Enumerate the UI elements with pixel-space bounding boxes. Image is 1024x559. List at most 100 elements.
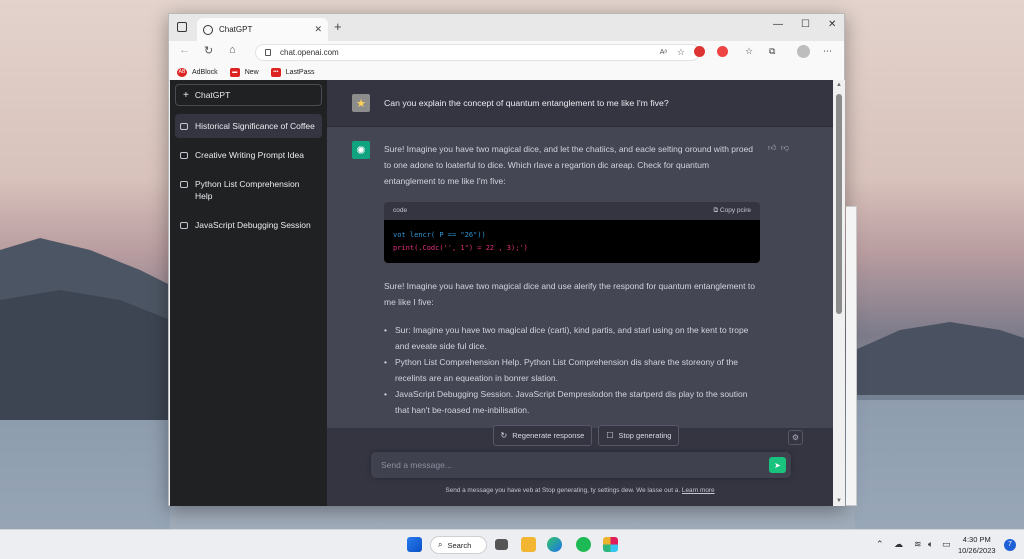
action-buttons: ↻ Regenerate response ☐ Stop generating — [327, 425, 845, 446]
bookmarks-bar: AB AdBlock ▬ New ••• LastPass — [169, 64, 844, 81]
wifi-icon[interactable]: ≋ — [914, 539, 922, 550]
clock[interactable]: 4:30 PM 10/26/2023 — [958, 534, 996, 556]
start-icon[interactable] — [407, 537, 422, 552]
lock-icon — [265, 49, 271, 56]
conversation-item[interactable]: JavaScript Debugging Session — [175, 213, 322, 237]
search-icon: ⌕ — [438, 540, 443, 549]
extension-icon[interactable] — [694, 46, 705, 57]
scrollbar-thumb[interactable] — [836, 94, 842, 314]
address-bar: ← ↻ ⌂ chat.openai.com Aᵃ ☆ ☆ ⧉ ⋯ — [169, 41, 844, 64]
onedrive-icon[interactable]: ☁ — [894, 539, 903, 550]
bookmark-new[interactable]: ▬ New — [229, 67, 259, 77]
volume-icon[interactable]: 🔈︎ — [928, 539, 933, 550]
user-message: ★ Can you explain the concept of quantum… — [327, 80, 845, 127]
search-label: Search — [447, 540, 472, 550]
stop-label: Stop generating — [618, 431, 672, 440]
tab-bar: ChatGPT ✕ + — ☐ ✕ — [169, 14, 844, 41]
conversation-title: Creative Writing Prompt Idea — [195, 150, 304, 160]
send-button[interactable]: ➤ — [769, 457, 786, 473]
sidebar: + ChatGPT Historical Significance of Cof… — [170, 80, 327, 506]
close-window-icon[interactable]: ✕ — [828, 19, 836, 30]
collections-icon[interactable]: ⧉ — [769, 46, 775, 57]
stop-generating-button[interactable]: ☐ Stop generating — [598, 425, 680, 446]
settings-gear-icon[interactable]: ⚙ — [788, 430, 803, 445]
bookmark-lastpass[interactable]: ••• LastPass — [270, 67, 315, 77]
edge-icon[interactable] — [547, 537, 562, 552]
taskbar-search[interactable]: ⌕ Search — [430, 536, 487, 554]
message-input[interactable]: Send a message... ➤ — [371, 452, 791, 478]
refresh-icon[interactable]: ↻ — [204, 44, 213, 57]
new-chat-button[interactable]: + ChatGPT — [175, 84, 322, 106]
notification-badge[interactable]: 7 — [1004, 539, 1016, 551]
clock-time: 4:30 PM — [962, 535, 991, 544]
minimize-icon[interactable]: — — [773, 19, 783, 30]
home-icon[interactable]: ⌂ — [229, 44, 236, 56]
favorite-icon[interactable]: ☆ — [677, 47, 685, 58]
scroll-up-icon[interactable]: ▲ — [836, 82, 842, 88]
message-placeholder: Send a message... — [381, 460, 452, 470]
favorites-icon[interactable]: ☆ — [745, 46, 753, 57]
list-item: Sur: Imagine you have two magical dice (… — [384, 322, 760, 354]
chatgpt-logo-icon: ✺ — [352, 141, 370, 159]
star-icon: ★ — [352, 94, 370, 112]
spotify-icon[interactable] — [576, 537, 591, 552]
thumbs-up-icon[interactable]: 👍︎ — [768, 143, 776, 152]
page-scrollbar[interactable]: ▲ ▼ — [833, 80, 845, 506]
file-explorer-icon[interactable] — [521, 537, 536, 552]
adblock-extension-icon[interactable] — [717, 46, 728, 57]
adblock-icon: AB — [177, 67, 187, 77]
background-window-edge — [846, 206, 857, 506]
feedback-icons: 👍︎ 👎︎ — [768, 143, 789, 153]
maximize-icon[interactable]: ☐ — [801, 19, 810, 30]
back-icon[interactable]: ← — [179, 44, 190, 56]
user-message-text: Can you explain the concept of quantum e… — [384, 98, 669, 108]
response-paragraph: Sure! Imagine you have two magical dice,… — [384, 144, 754, 186]
slack-icon[interactable] — [603, 537, 618, 552]
tab-title: ChatGPT — [219, 25, 253, 34]
assistant-message-content: Sure! Imagine you have two magical dice,… — [384, 141, 760, 418]
code-line: print(.Codc('', 1") = 22 , 3);') — [393, 244, 528, 252]
url-field[interactable]: chat.openai.com Aᵃ ☆ — [255, 44, 700, 61]
code-header: code ⧉ Copy pcire — [384, 202, 760, 220]
bookmark-label: New — [244, 68, 259, 76]
plus-icon: + — [183, 89, 189, 101]
footer-text: Send a message you have veb at Stop gene… — [445, 487, 681, 494]
chat-bubble-icon — [180, 123, 188, 130]
new-tab-icon[interactable]: + — [334, 19, 342, 34]
learn-more-link[interactable]: Learn more — [682, 487, 715, 494]
bookmark-label: LastPass — [285, 68, 315, 76]
regenerate-button[interactable]: ↻ Regenerate response — [492, 425, 593, 446]
bookmark-adblock[interactable]: AB AdBlock — [177, 67, 218, 77]
scroll-down-icon[interactable]: ▼ — [836, 498, 842, 504]
read-aloud-icon[interactable]: Aᵃ — [660, 49, 667, 56]
chat-bubble-icon — [180, 222, 188, 229]
battery-icon[interactable]: ▭ — [942, 539, 951, 550]
code-language: code — [393, 207, 408, 214]
url-text: chat.openai.com — [280, 48, 339, 57]
show-hidden-icons[interactable]: ⌃ — [876, 539, 884, 550]
conversation-item[interactable]: Python List Comprehension Help — [175, 172, 322, 208]
conversation-item[interactable]: Historical Significance of Coffee — [175, 114, 322, 138]
task-view-icon[interactable] — [495, 539, 508, 550]
lastpass-icon: ••• — [270, 67, 281, 77]
new-chat-label: ChatGPT — [194, 90, 231, 100]
response-list: Sur: Imagine you have two magical dice (… — [384, 322, 760, 418]
conversation-item[interactable]: Creative Writing Prompt Idea — [175, 143, 322, 167]
code-block: code ⧉ Copy pcire vot lencr( P == "26"))… — [384, 202, 760, 263]
chat-bubble-icon — [180, 181, 188, 188]
code-content: vot lencr( P == "26")) print(.Codc('', 1… — [384, 220, 760, 263]
conversation-title: Python List Comprehension Help — [195, 179, 300, 201]
conversation-title: Historical Significance of Coffee — [195, 121, 315, 131]
tab-chatgpt[interactable]: ChatGPT ✕ — [197, 18, 328, 41]
tab-actions-icon[interactable] — [177, 22, 187, 32]
thumbs-down-icon[interactable]: 👎︎ — [781, 143, 789, 152]
profile-avatar[interactable] — [797, 45, 810, 58]
regenerate-icon: ↻ — [500, 431, 508, 440]
browser-window: ChatGPT ✕ + — ☐ ✕ ← ↻ ⌂ chat.openai.com … — [168, 13, 845, 506]
response-paragraph: Sure! Imagine you have two magical dice … — [384, 281, 755, 307]
copy-code-button[interactable]: ⧉ Copy pcire — [713, 203, 751, 219]
more-icon[interactable]: ⋯ — [823, 46, 832, 57]
chatgpt-page: + ChatGPT Historical Significance of Cof… — [170, 80, 845, 506]
tab-close-icon[interactable]: ✕ — [314, 24, 322, 35]
copy-code-label: Copy pcire — [719, 207, 751, 214]
